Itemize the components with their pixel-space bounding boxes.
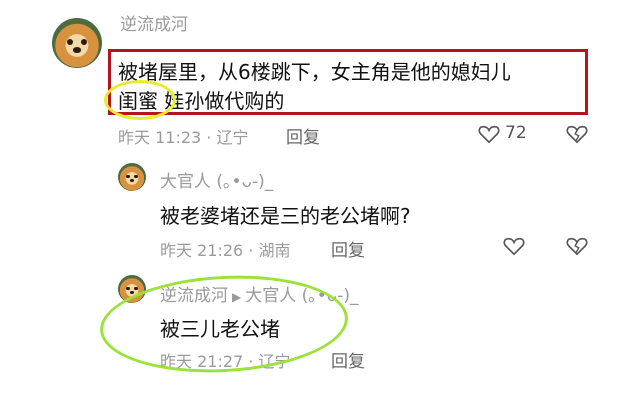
reply-button[interactable]: 回复 [331,347,365,372]
reply-button[interactable]: 回复 [331,236,365,261]
heart-icon[interactable] [503,236,525,256]
username[interactable]: 大官人 (｡•ᴗ-)_ [160,167,273,192]
red-highlight-box [108,49,588,115]
comment-timestamp: 昨天 11:23 · 辽宁 [118,128,249,147]
comment-timestamp: 昨天 21:26 · 湖南 [160,241,291,260]
reply-button[interactable]: 回复 [286,123,320,148]
broken-heart-icon[interactable] [566,124,588,144]
heart-icon[interactable] [478,124,500,144]
like-count: 72 [505,123,527,143]
avatar[interactable] [52,18,102,68]
comment-text: 被老婆堵还是三的老公堵啊? [160,204,411,228]
username[interactable]: 逆流成河 [120,10,188,35]
avatar[interactable] [118,163,146,191]
broken-heart-icon[interactable] [566,236,588,256]
yellow-highlight-circle [104,80,176,120]
